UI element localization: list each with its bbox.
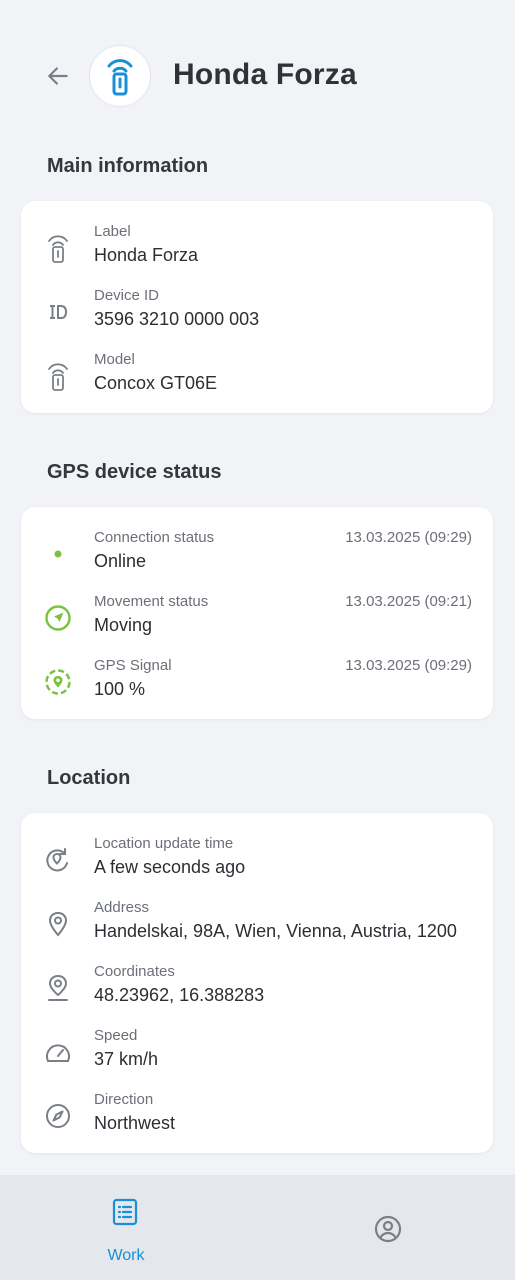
bottom-nav: Work: [0, 1175, 515, 1280]
row-value: Moving: [94, 615, 153, 635]
row-label: GPS Signal: [94, 657, 172, 674]
coordinates-row: Coordinates 48.23962, 16.388283: [21, 963, 493, 1027]
back-button[interactable]: [40, 56, 76, 96]
location-heading: Location: [47, 767, 131, 789]
device-avatar: [89, 45, 151, 107]
row-value: Honda Forza: [94, 245, 199, 265]
navigation-arrow-icon: [41, 601, 75, 635]
gps-tracker-icon: [41, 359, 75, 393]
coordinates-pin-icon: [41, 971, 75, 1005]
gps-tracker-icon: [107, 59, 133, 96]
main-information-heading: Main information: [47, 155, 209, 177]
gps-signal-icon: [41, 665, 75, 699]
row-value: A few seconds ago: [94, 857, 246, 877]
row-value: Handelskai, 98A, Wien, Vienna, Austria, …: [94, 921, 457, 941]
model-row: Model Concox GT06E: [21, 351, 493, 415]
row-timestamp: 13.03.2025 (09:29): [345, 657, 472, 674]
address-row: Address Handelskai, 98A, Wien, Vienna, A…: [21, 899, 493, 963]
row-label: Device ID: [94, 287, 160, 304]
main-information-card: Label Honda Forza Device ID 3596 3210 00…: [21, 201, 493, 413]
gps-tracker-icon: [41, 231, 75, 265]
row-value: Online: [94, 551, 147, 571]
row-label: Movement status: [94, 593, 209, 610]
direction-row: Direction Northwest: [21, 1091, 493, 1155]
row-label: Connection status: [94, 529, 215, 546]
online-dot-icon: [41, 537, 75, 571]
header: Honda Forza: [0, 0, 515, 150]
gps-signal-row: GPS Signal 13.03.2025 (09:29) 100 %: [21, 657, 493, 721]
row-timestamp: 13.03.2025 (09:21): [345, 593, 472, 610]
speed-row: Speed 37 km/h: [21, 1027, 493, 1091]
row-value: 3596 3210 0000 003: [94, 309, 260, 329]
speedometer-icon: [41, 1035, 75, 1069]
row-label: Address: [94, 899, 150, 916]
row-value: Concox GT06E: [94, 373, 218, 393]
connection-status-row: Connection status 13.03.2025 (09:29) Onl…: [21, 529, 493, 593]
nav-work-label: Work: [107, 1247, 145, 1264]
row-label: Label: [94, 223, 131, 240]
row-label: Speed: [94, 1027, 138, 1044]
device-id-row: Device ID 3596 3210 0000 003: [21, 287, 493, 351]
location-update-row: Location update time A few seconds ago: [21, 835, 493, 899]
gps-status-heading: GPS device status: [47, 461, 222, 483]
gps-status-card: Connection status 13.03.2025 (09:29) Onl…: [21, 507, 493, 719]
row-value: 100 %: [94, 679, 146, 699]
map-pin-icon: [41, 907, 75, 941]
page-title: Honda Forza: [173, 58, 357, 91]
nav-profile-tab[interactable]: [370, 1211, 406, 1247]
row-label: Location update time: [94, 835, 234, 852]
row-value: 37 km/h: [94, 1049, 159, 1069]
nav-work-tab[interactable]: Work: [86, 1197, 166, 1267]
location-refresh-icon: [41, 843, 75, 877]
row-label: Direction: [94, 1091, 154, 1108]
compass-icon: [41, 1099, 75, 1133]
row-value: Northwest: [94, 1113, 176, 1133]
user-circle-icon: [374, 1215, 402, 1243]
label-row: Label Honda Forza: [21, 223, 493, 287]
row-value: 48.23962, 16.388283: [94, 985, 265, 1005]
row-label: Coordinates: [94, 963, 175, 980]
row-label: Model: [94, 351, 135, 368]
location-card: Location update time A few seconds ago A…: [21, 813, 493, 1153]
row-timestamp: 13.03.2025 (09:29): [345, 529, 472, 546]
id-icon: [41, 295, 75, 329]
movement-status-row: Movement status 13.03.2025 (09:21) Movin…: [21, 593, 493, 657]
arrow-left-icon: [48, 67, 68, 85]
list-icon: [112, 1198, 138, 1226]
